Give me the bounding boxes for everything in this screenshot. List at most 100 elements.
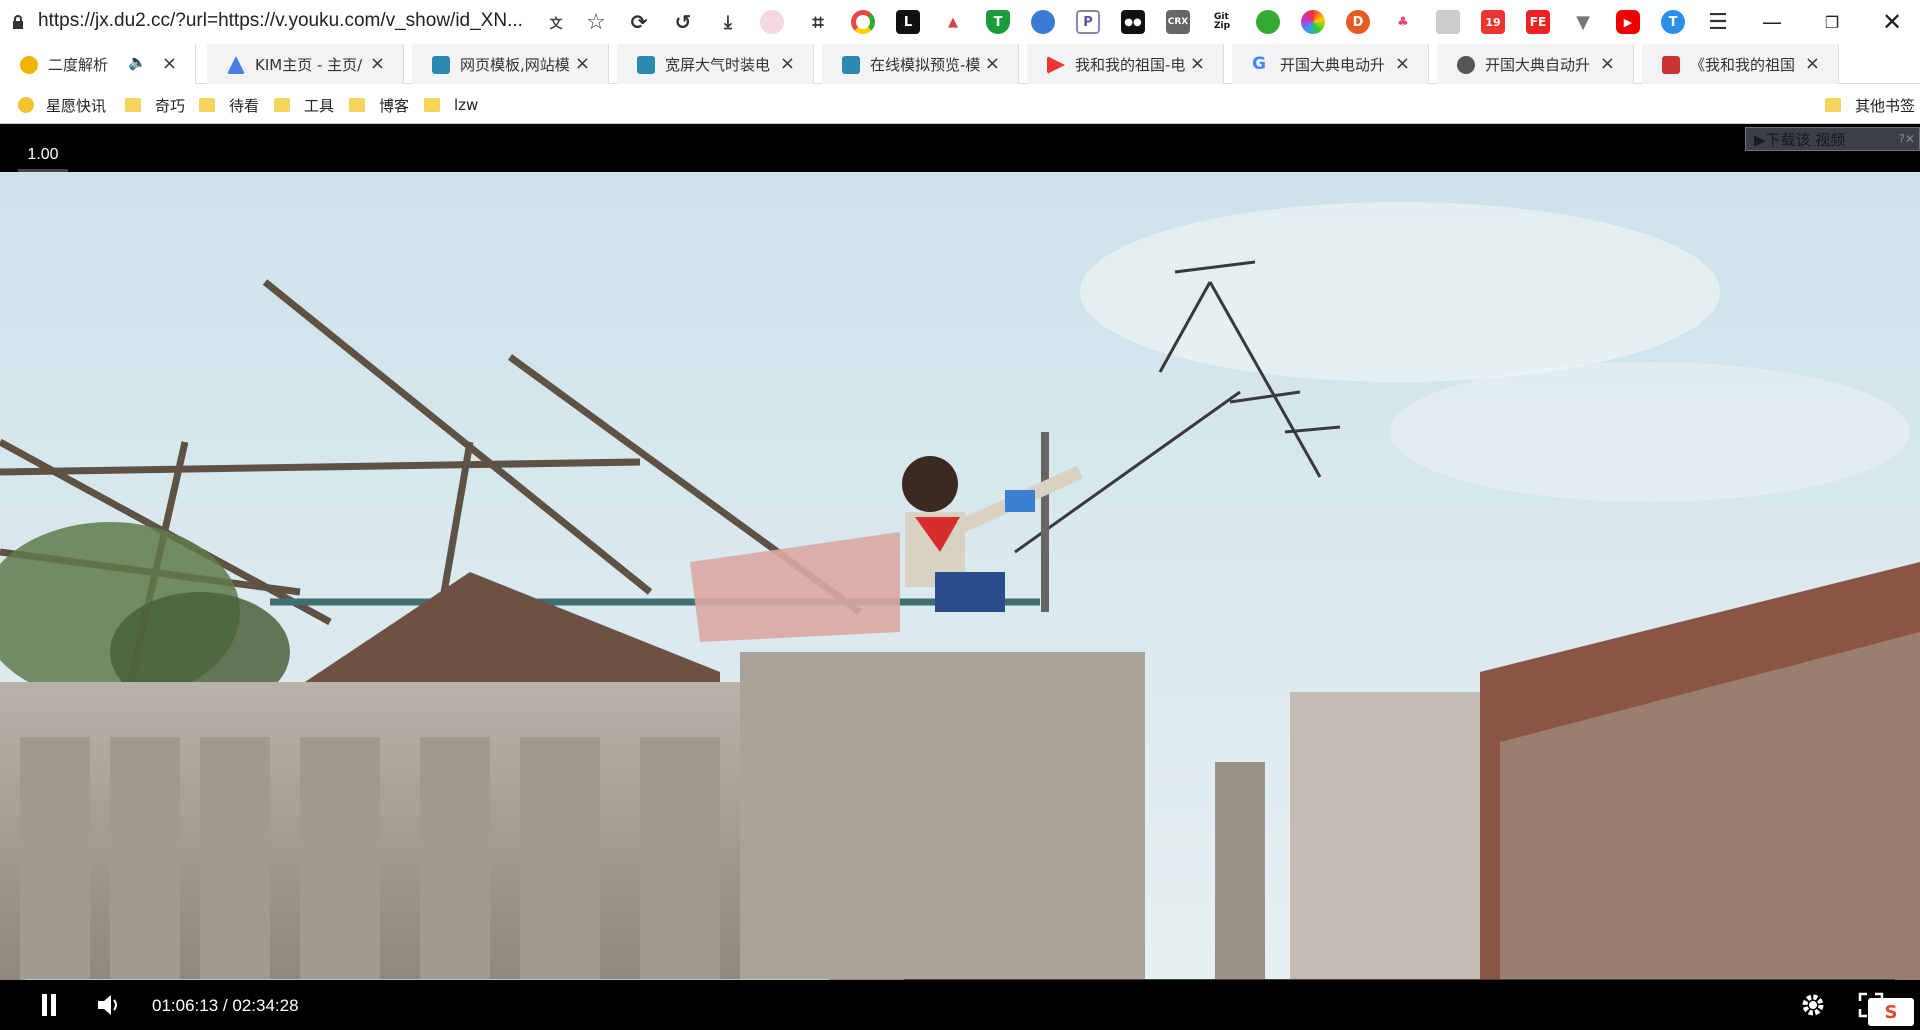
bookmark-5[interactable]: lzw bbox=[424, 94, 478, 116]
bookmark-3[interactable]: 工具 bbox=[274, 94, 334, 116]
close-icon[interactable]: × bbox=[1395, 53, 1410, 74]
tab-8[interactable]: 《我和我的祖国 × bbox=[1642, 44, 1839, 84]
video-frame[interactable] bbox=[0, 172, 1920, 980]
crx-icon[interactable]: CRX bbox=[1166, 10, 1190, 34]
translate-icon[interactable]: 文 bbox=[544, 10, 568, 34]
grid-icon bbox=[432, 56, 450, 74]
globe-icon bbox=[1457, 56, 1475, 74]
avatar-icon[interactable] bbox=[760, 10, 784, 34]
bookmark-label: 奇巧 bbox=[155, 96, 186, 115]
tamper-icon[interactable]: ●● bbox=[1121, 10, 1145, 34]
grid-icon bbox=[842, 56, 860, 74]
pause-icon-bar bbox=[51, 994, 56, 1016]
folder-icon bbox=[125, 98, 141, 112]
tab-0[interactable]: 二度解析 🔈 × bbox=[0, 44, 196, 84]
star-icon[interactable]: ☆ bbox=[584, 10, 608, 35]
grid-icon bbox=[637, 56, 655, 74]
tab-label: 《我和我的祖国 bbox=[1690, 55, 1796, 74]
current-time: 01:06:13 bbox=[152, 996, 219, 1015]
volume-icon[interactable] bbox=[96, 992, 122, 1018]
download-video-button[interactable]: ▶下载该 视频 ?✕ bbox=[1745, 127, 1920, 151]
duck-icon[interactable]: D bbox=[1346, 10, 1370, 34]
tab-2[interactable]: 网页模板,网站模 × bbox=[412, 44, 609, 84]
bookmark-label: 工具 bbox=[304, 96, 335, 115]
shield-icon[interactable]: T bbox=[986, 10, 1010, 34]
folder-icon bbox=[274, 98, 290, 112]
help-close-icon[interactable]: ?✕ bbox=[1899, 132, 1919, 146]
settings-gear-icon[interactable] bbox=[1800, 992, 1826, 1018]
fe-icon[interactable]: FE bbox=[1526, 10, 1550, 34]
pause-button[interactable] bbox=[40, 994, 58, 1016]
youtube-icon[interactable]: ▶ bbox=[1616, 10, 1640, 34]
bookmark-label: 星愿快讯 bbox=[46, 96, 107, 115]
bag-icon[interactable] bbox=[1436, 10, 1460, 34]
tab-label: 我和我的祖国-电 bbox=[1075, 55, 1185, 74]
star-folder-icon bbox=[18, 97, 34, 113]
sogou-ime-icon[interactable]: S bbox=[1868, 998, 1914, 1026]
chrome-icon[interactable] bbox=[851, 10, 875, 34]
bookmarks-bar: 星愿快讯 奇巧 待看 工具 博客 lzw 其他书签 bbox=[0, 84, 1920, 124]
bookmark-2[interactable]: 待看 bbox=[199, 94, 259, 116]
close-icon[interactable]: × bbox=[1805, 53, 1820, 74]
bookmark-label: 其他书签 bbox=[1855, 96, 1916, 115]
rocket-icon[interactable]: ▲ bbox=[941, 10, 965, 34]
lock-icon bbox=[13, 15, 23, 29]
crop-icon[interactable]: ⌗ bbox=[806, 10, 830, 34]
tab-strip: 二度解析 🔈 × KIM主页 - 主页/ × 网页模板,网站模 × 宽屏大气时装… bbox=[0, 44, 1920, 126]
tab-3[interactable]: 宽屏大气时装电 × bbox=[617, 44, 814, 84]
google-icon: G bbox=[1252, 54, 1266, 74]
tab-4[interactable]: 在线模拟预览-模 × bbox=[822, 44, 1019, 84]
cloud bbox=[1390, 362, 1910, 502]
time-separator: / bbox=[218, 996, 233, 1015]
tab-label: 网页模板,网站模 bbox=[460, 55, 570, 74]
tab-label: 在线模拟预览-模 bbox=[870, 55, 980, 74]
vue-icon[interactable]: ▼ bbox=[1571, 10, 1595, 34]
gitzip-icon[interactable]: Git Zip bbox=[1210, 10, 1234, 34]
address-bar: https://jx.du2.cc/?url=https://v.youku.c… bbox=[0, 0, 1920, 44]
menu-icon[interactable]: ☰ bbox=[1706, 10, 1730, 35]
tab-5[interactable]: 我和我的祖国-电 × bbox=[1027, 44, 1224, 84]
arrow-up-icon bbox=[227, 56, 245, 74]
restore-button[interactable]: ❐ bbox=[1812, 8, 1852, 36]
l-icon[interactable]: L bbox=[896, 10, 920, 34]
close-window-button[interactable]: ✕ bbox=[1872, 8, 1912, 36]
speaker-icon[interactable]: 🔈 bbox=[128, 53, 147, 71]
total-time: 02:34:28 bbox=[232, 996, 299, 1015]
close-icon[interactable]: × bbox=[370, 53, 385, 74]
other-bookmarks[interactable]: 其他书签 bbox=[1825, 94, 1915, 116]
playback-speed[interactable]: 1.00 bbox=[18, 146, 68, 172]
tree-icon[interactable]: ♣ bbox=[1391, 10, 1415, 34]
close-icon[interactable]: × bbox=[162, 53, 177, 74]
close-icon[interactable]: × bbox=[985, 53, 1000, 74]
play-circle-icon bbox=[20, 56, 38, 74]
tab-7[interactable]: 开国大典自动升 × bbox=[1437, 44, 1634, 84]
time-display: 01:06:13 / 02:34:28 bbox=[152, 996, 299, 1016]
bookmark-1[interactable]: 奇巧 bbox=[125, 94, 185, 116]
bookmark-4[interactable]: 博客 bbox=[349, 94, 409, 116]
close-icon[interactable]: × bbox=[1190, 53, 1205, 74]
bookmark-0[interactable]: 星愿快讯 bbox=[18, 94, 106, 116]
close-icon[interactable]: × bbox=[575, 53, 590, 74]
history-icon[interactable]: ↺ bbox=[671, 10, 695, 34]
tab-label: 开国大典电动升 bbox=[1280, 55, 1386, 74]
browser-chrome: https://jx.du2.cc/?url=https://v.youku.c… bbox=[0, 0, 1920, 126]
tab-label: 宽屏大气时装电 bbox=[665, 55, 771, 74]
download-label: ▶下载该 视频 bbox=[1754, 130, 1846, 149]
reload-icon[interactable]: ⟳ bbox=[627, 10, 651, 34]
close-icon[interactable]: × bbox=[780, 53, 795, 74]
folder-icon bbox=[1825, 98, 1841, 112]
color-wheel-icon[interactable] bbox=[1301, 10, 1325, 34]
bookmark-label: 待看 bbox=[229, 96, 260, 115]
tab-1[interactable]: KIM主页 - 主页/ × bbox=[207, 44, 404, 84]
t-icon[interactable]: T bbox=[1661, 10, 1685, 34]
tab-6[interactable]: G 开国大典电动升 × bbox=[1232, 44, 1429, 84]
url-field[interactable]: https://jx.du2.cc/?url=https://v.youku.c… bbox=[38, 10, 523, 32]
download-icon[interactable]: ⤓ bbox=[716, 10, 740, 34]
cube-icon[interactable] bbox=[1256, 10, 1280, 34]
close-icon[interactable]: × bbox=[1600, 53, 1615, 74]
folder-icon bbox=[199, 98, 215, 112]
fox-icon[interactable] bbox=[1031, 10, 1055, 34]
calendar-icon[interactable]: 19 bbox=[1481, 10, 1505, 34]
puzzle-icon[interactable]: P bbox=[1076, 10, 1100, 34]
minimize-button[interactable]: — bbox=[1752, 8, 1792, 36]
